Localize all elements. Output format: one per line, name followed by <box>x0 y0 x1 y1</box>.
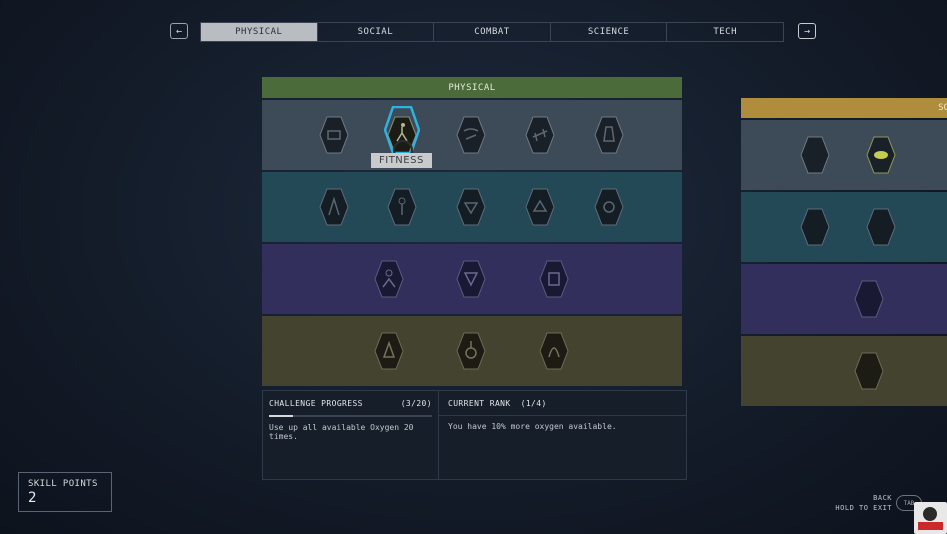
physical-skill-panel: PHYSICAL FITNESS <box>262 77 682 386</box>
rank-value: (1/4) <box>520 398 547 408</box>
environmental-conditioning-icon[interactable] <box>387 187 417 227</box>
tab-science[interactable]: SCIENCE <box>551 23 668 41</box>
skill-points-value: 2 <box>28 490 37 506</box>
boxing-icon[interactable] <box>319 115 349 155</box>
skill-points-label: SKILL POINTS <box>28 479 98 489</box>
next-tab-button[interactable]: → <box>798 23 816 39</box>
skill-points-box: SKILL POINTS 2 <box>18 472 112 512</box>
tab-social[interactable]: SOCIAL <box>318 23 435 41</box>
social-skill-icon[interactable] <box>800 207 830 247</box>
tab-physical[interactable]: PHYSICAL <box>201 23 318 41</box>
nutrition-icon[interactable] <box>525 187 555 227</box>
cellular-regeneration-icon[interactable] <box>374 259 404 299</box>
prev-tab-button[interactable]: ← <box>170 23 188 39</box>
skill-category-tabs: PHYSICAL SOCIAL COMBAT SCIENCE TECH <box>200 22 784 42</box>
social-skill-icon[interactable] <box>854 351 884 391</box>
concealment-icon[interactable] <box>374 331 404 371</box>
skill-row-tier-2 <box>262 172 682 242</box>
skill-row-tier-1: FITNESS <box>262 100 682 170</box>
challenge-progress-section: CHALLENGE PROGRESS (3/20) Use up all ava… <box>263 391 439 479</box>
back-hint[interactable]: BACK HOLD TO EXIT <box>835 493 892 513</box>
social-row-tier-1 <box>741 120 947 190</box>
social-skill-icon[interactable] <box>800 135 830 175</box>
challenge-description: Use up all available Oxygen 20 times. <box>269 423 414 441</box>
back-label: BACK <box>873 494 892 502</box>
current-rank-section: CURRENT RANK (1/4) You have 10% more oxy… <box>439 391 686 479</box>
social-row-tier-4 <box>741 336 947 406</box>
tab-tech[interactable]: TECH <box>667 23 783 41</box>
social-skill-panel: SO <box>741 98 947 406</box>
rank-label: CURRENT RANK <box>448 398 511 408</box>
panel-title: PHYSICAL <box>262 77 682 98</box>
hold-to-exit-label: HOLD TO EXIT <box>835 504 892 512</box>
social-skill-icon[interactable] <box>866 207 896 247</box>
social-row-tier-2 <box>741 192 947 262</box>
rejuvenation-icon[interactable] <box>456 331 486 371</box>
rank-description: You have 10% more oxygen available. <box>448 422 617 431</box>
skill-row-tier-4 <box>262 316 682 386</box>
wellness-icon[interactable] <box>594 115 624 155</box>
pain-tolerance-icon[interactable] <box>594 187 624 227</box>
social-skill-unlocked-icon[interactable] <box>866 135 896 175</box>
xenomorphic-icon[interactable] <box>539 331 569 371</box>
social-panel-title: SO <box>741 98 947 118</box>
challenge-label: CHALLENGE PROGRESS <box>269 398 363 408</box>
arrow-right-icon: → <box>803 25 811 37</box>
weight-lifting-icon[interactable] <box>525 115 555 155</box>
social-skill-icon[interactable] <box>854 279 884 319</box>
social-row-tier-3 <box>741 264 947 334</box>
arrow-left-icon: ← <box>175 25 183 37</box>
energy-weapon-dissipation-icon[interactable] <box>319 187 349 227</box>
avatar <box>914 502 947 534</box>
stealth-icon[interactable] <box>456 115 486 155</box>
decontamination-icon[interactable] <box>456 259 486 299</box>
tab-combat[interactable]: COMBAT <box>434 23 551 41</box>
martial-arts-icon[interactable] <box>539 259 569 299</box>
skill-row-tier-3 <box>262 244 682 314</box>
gymnastics-icon[interactable] <box>456 187 486 227</box>
skill-info-panel: CHALLENGE PROGRESS (3/20) Use up all ava… <box>262 390 687 480</box>
challenge-count: (3/20) <box>400 398 432 408</box>
skill-tooltip: FITNESS <box>371 153 432 168</box>
